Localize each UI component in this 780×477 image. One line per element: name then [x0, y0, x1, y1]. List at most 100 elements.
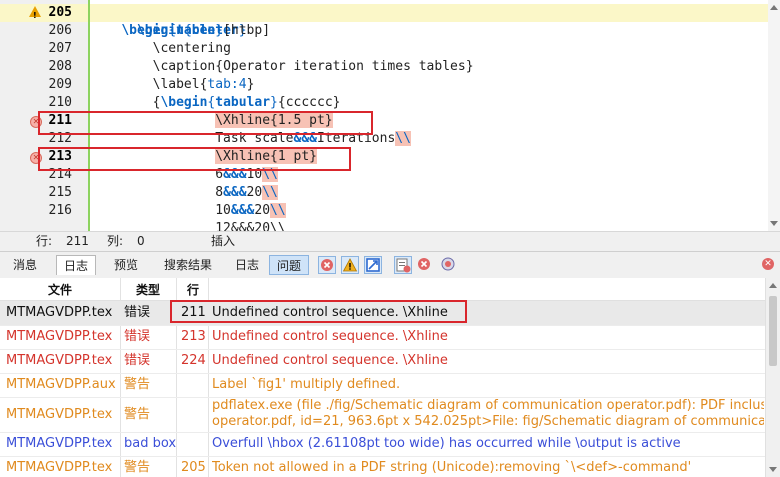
message-cell: Label `fig1' multiply defined.: [212, 373, 764, 397]
message-text: pdflatex.exe (file ./fig/Schematic diagr…: [212, 398, 764, 413]
code-line-216[interactable]: 10&&&20\\: [90, 202, 768, 220]
code-editor[interactable]: 205206207208209210✕211212✕213214215216 \…: [0, 0, 780, 231]
file-cell: MTMAGVDPP.tex: [6, 305, 113, 320]
close-icon[interactable]: ✕: [762, 258, 774, 270]
type-cell: 错误: [124, 329, 151, 344]
file-cell: MTMAGVDPP.tex: [6, 407, 113, 422]
refresh-icon: [441, 257, 455, 271]
table-scrollbar[interactable]: [765, 278, 780, 477]
column-label: 列:: [107, 234, 124, 248]
gutter-row[interactable]: 206: [0, 22, 88, 40]
line-number: 215: [48, 185, 72, 200]
code-text: 8: [215, 185, 224, 200]
option: [htbp]: [223, 23, 271, 38]
header-file[interactable]: 文件: [48, 281, 72, 298]
code-text: \caption{Operator iteration times tables…: [152, 59, 474, 74]
filter-warnings-button[interactable]: [341, 256, 359, 274]
message-text: Overfull \hbox (2.61108pt too wide) has …: [212, 436, 681, 451]
message-text: Token not allowed in a PDF string (Unico…: [212, 460, 692, 475]
table-row[interactable]: MTMAGVDPP.tex 警告 pdflatex.exe (file ./fig/…: [0, 397, 766, 433]
message-cell: pdflatex.exe (file ./fig/Schematic diagr…: [212, 397, 764, 430]
code-line-215[interactable]: 8&&&20\\: [90, 184, 768, 202]
filter-badbox-button[interactable]: [364, 256, 382, 274]
code-line-205[interactable]: \begin{center}: [90, 4, 768, 38]
insert-mode[interactable]: 插入: [211, 232, 235, 251]
scroll-up-icon[interactable]: [770, 5, 778, 10]
scroll-down-icon[interactable]: [769, 467, 777, 472]
filter-errors-button[interactable]: [318, 256, 336, 274]
line-number: 216: [48, 203, 72, 218]
editor-scrollbar[interactable]: [768, 0, 780, 231]
file-cell: MTMAGVDPP.tex: [6, 460, 113, 475]
tab-log-view[interactable]: 日志: [228, 255, 266, 275]
code-line-207[interactable]: \centering: [90, 40, 768, 58]
table-row[interactable]: MTMAGVDPP.tex 错误 224 Undefined control sequ…: [0, 349, 766, 374]
label-key: tab:4: [207, 77, 247, 92]
tab-messages[interactable]: 消息: [6, 255, 44, 275]
code-line-206[interactable]: \begin{table}[htbp]: [90, 22, 768, 40]
status-bar: 行: 211 列: 0 插入: [0, 231, 780, 251]
stop-icon: [418, 258, 430, 270]
table-row[interactable]: MTMAGVDPP.tex 错误 213 Undefined control sequ…: [0, 325, 766, 350]
panel-tab-bar: 消息 日志 预览 搜索结果 日志 问题 ✕: [0, 251, 780, 279]
table-row[interactable]: MTMAGVDPP.aux 警告 Label `fig1' multiply def…: [0, 373, 766, 398]
line-cell: 213: [181, 329, 206, 344]
gutter-row[interactable]: 205: [0, 4, 88, 25]
log-table[interactable]: 文件 类型 行 MTMAGVDPP.tex 错误 211 Undefined cont…: [0, 278, 766, 477]
scroll-down-icon[interactable]: [770, 221, 778, 226]
scroll-up-icon[interactable]: [769, 283, 777, 288]
gutter-row[interactable]: 216: [0, 202, 88, 220]
tab-problems[interactable]: 问题: [269, 255, 310, 275]
type-cell: 警告: [124, 407, 151, 422]
annotation-box-line-211: [38, 111, 373, 135]
line-number: 208: [48, 59, 72, 74]
table-row[interactable]: MTMAGVDPP.tex bad box Overfull \hbox (2.61…: [0, 432, 766, 457]
gutter-row[interactable]: 209: [0, 76, 88, 94]
code-line-217[interactable]: 12&&&20\\: [90, 220, 768, 231]
header-type[interactable]: 类型: [136, 281, 160, 298]
filter-badbox-icon: [366, 258, 380, 272]
code-line-209[interactable]: \label{tab:4}: [90, 76, 768, 94]
gutter-row[interactable]: 215: [0, 184, 88, 202]
brace: {: [168, 23, 177, 38]
brace: }: [215, 23, 224, 38]
tab-log[interactable]: 日志: [56, 255, 97, 275]
file-cell: MTMAGVDPP.aux: [6, 377, 116, 392]
code-line-210[interactable]: {\begin{tabular}{cccccc}: [90, 94, 768, 112]
table-row[interactable]: MTMAGVDPP.tex 警告 205 Token not allowed in a…: [0, 456, 766, 477]
code-text: 20: [246, 185, 263, 200]
scroll-thumb[interactable]: [769, 296, 777, 366]
gutter-row[interactable]: 210: [0, 94, 88, 112]
tab-search-results[interactable]: 搜索结果: [157, 255, 219, 275]
filter-warnings-icon: [342, 258, 358, 272]
header-line[interactable]: 行: [187, 281, 199, 298]
code-line-208[interactable]: \caption{Operator iteration times tables…: [90, 58, 768, 76]
line-number: 210: [48, 95, 72, 110]
type-cell: bad box: [124, 436, 176, 451]
gutter-row[interactable]: 208: [0, 58, 88, 76]
stop-button[interactable]: [416, 256, 434, 274]
message-cell: Undefined control sequence. \Xhline: [212, 349, 764, 373]
line-break: \\: [270, 203, 286, 218]
message-text: Undefined control sequence. \Xhline: [212, 329, 448, 344]
line-number: 205: [48, 5, 72, 20]
type-cell: 警告: [124, 377, 151, 392]
code-text: \centering: [152, 41, 231, 56]
line-number: 207: [48, 41, 72, 56]
line-number: 206: [48, 23, 72, 38]
annotation-box-selected-error: [170, 300, 467, 323]
message-cell: Undefined control sequence. \Xhline: [212, 325, 764, 349]
message-text: Label `fig1' multiply defined.: [212, 377, 401, 392]
tab-preview[interactable]: 预览: [107, 255, 145, 275]
gutter-row[interactable]: 207: [0, 40, 88, 58]
warning-triangle-icon[interactable]: [29, 6, 41, 25]
line-cell: 224: [181, 353, 206, 368]
log-file-icon: [396, 258, 411, 273]
option: {cccccc}: [277, 95, 341, 110]
log-file-button[interactable]: [394, 256, 412, 274]
file-cell: MTMAGVDPP.tex: [6, 329, 113, 344]
line-cell: 205: [181, 460, 206, 475]
message-text: Undefined control sequence. \Xhline: [212, 353, 448, 368]
refresh-button[interactable]: [440, 256, 458, 274]
type-cell: 错误: [124, 353, 151, 368]
